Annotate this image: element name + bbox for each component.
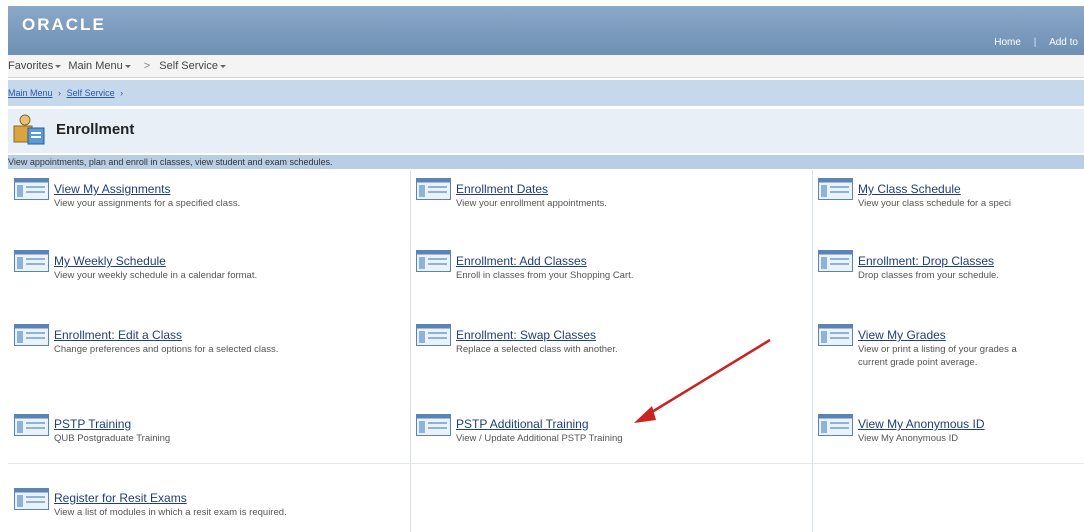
breadcrumb: Main Menu › Self Service ›: [8, 80, 1084, 106]
page-icon: [14, 250, 49, 272]
page-icon: [416, 324, 451, 346]
enrollment-grid: View My Assignments View your assignment…: [8, 170, 1084, 532]
tile-view-my-assignments[interactable]: View My Assignments View your assignment…: [8, 170, 410, 240]
tile-description: QUB Postgraduate Training: [54, 433, 171, 444]
tile-title[interactable]: My Class Schedule: [858, 182, 961, 196]
tile-description: View a list of modules in which a resit …: [54, 507, 287, 518]
tile-description: View My Anonymous ID: [858, 433, 959, 444]
page-icon: [416, 414, 451, 436]
tile-description: Change preferences and options for a sel…: [54, 344, 279, 355]
menu-self-service-label: Self Service: [159, 60, 218, 72]
page-icon: [14, 324, 49, 346]
page-icon: [818, 250, 853, 272]
tile-title[interactable]: View My Grades: [858, 328, 946, 342]
arrow-head: [634, 406, 656, 423]
tile-description: View or print a listing of your grades a: [858, 344, 1017, 355]
tile-description: View your class schedule for a speci: [858, 198, 1011, 209]
tile-description: View your weekly schedule in a calendar …: [54, 270, 258, 281]
tile-title[interactable]: View My Anonymous ID: [858, 417, 985, 431]
tile-description: View your assignments for a specified cl…: [54, 198, 241, 209]
page-icon: [14, 178, 49, 200]
add-to-link[interactable]: Add to: [1049, 37, 1078, 48]
tile-title[interactable]: Enrollment: Swap Classes: [456, 328, 596, 342]
tile-title[interactable]: PSTP Additional Training: [456, 417, 589, 431]
menu-bar: Favorites Main Menu > Self Service: [8, 55, 1084, 78]
page-header: Enrollment: [8, 109, 1084, 153]
tile-title[interactable]: Enrollment Dates: [456, 182, 548, 196]
tile-my-weekly-schedule[interactable]: My Weekly Schedule View your weekly sche…: [8, 242, 410, 312]
enrollment-icon: [13, 114, 45, 145]
header-link-separator: |: [1033, 37, 1037, 48]
breadcrumb-separator: ›: [120, 88, 124, 98]
menu-main-menu[interactable]: Main Menu: [68, 55, 131, 77]
tile-enrollment-drop-classes[interactable]: Enrollment: Drop Classes Drop classes fr…: [812, 242, 1084, 312]
breadcrumb-self-service[interactable]: Self Service: [67, 88, 115, 98]
tile-description: View / Update Additional PSTP Training: [456, 433, 623, 444]
tile-pstp-training[interactable]: PSTP Training QUB Postgraduate Training: [8, 390, 410, 462]
tile-description: View your enrollment appointments.: [456, 198, 607, 209]
chevron-down-icon: [220, 64, 226, 68]
page-icon: [416, 178, 451, 200]
tile-enrollment-dates[interactable]: Enrollment Dates View your enrollment ap…: [410, 170, 812, 240]
page-icon: [818, 414, 853, 436]
page-description: View appointments, plan and enroll in cl…: [8, 155, 1084, 169]
tile-my-class-schedule[interactable]: My Class Schedule View your class schedu…: [812, 170, 1084, 240]
tile-title[interactable]: Register for Resit Exams: [54, 491, 187, 505]
tile-title[interactable]: View My Assignments: [54, 182, 171, 196]
menu-favorites[interactable]: Favorites: [8, 55, 62, 77]
page-icon: [818, 324, 853, 346]
tile-title[interactable]: PSTP Training: [54, 417, 131, 431]
oracle-logo: ORACLE: [22, 15, 106, 34]
breadcrumb-separator: ›: [58, 88, 62, 98]
breadcrumb-main-menu[interactable]: Main Menu: [8, 88, 53, 98]
tile-view-my-grades[interactable]: View My Grades View or print a listing o…: [812, 316, 1084, 388]
tile-enrollment-add-classes[interactable]: Enrollment: Add Classes Enroll in classe…: [410, 242, 812, 312]
page-icon: [14, 414, 49, 436]
arrow-shaft: [641, 338, 771, 420]
page-icon: [416, 250, 451, 272]
tile-title[interactable]: My Weekly Schedule: [54, 254, 166, 268]
tile-title[interactable]: Enrollment: Drop Classes: [858, 254, 994, 268]
tile-view-my-anonymous-id[interactable]: View My Anonymous ID View My Anonymous I…: [812, 390, 1084, 462]
tile-description: Enroll in classes from your Shopping Car…: [456, 270, 634, 281]
oracle-header: ORACLE Home | Add to: [8, 6, 1084, 55]
menu-separator: >: [143, 60, 151, 72]
annotation-arrow-icon: [634, 338, 771, 423]
tile-title[interactable]: Enrollment: Add Classes: [456, 254, 587, 268]
page-icon: [14, 488, 49, 510]
menu-main-menu-label: Main Menu: [68, 60, 123, 72]
page-icon: [818, 178, 853, 200]
header-links: Home | Add to: [994, 37, 1078, 48]
tile-description-line2: current grade point average.: [858, 357, 978, 368]
page-title: Enrollment: [56, 121, 135, 138]
tile-register-for-resit-exams[interactable]: Register for Resit Exams View a list of …: [8, 464, 410, 532]
tile-description: Drop classes from your schedule.: [858, 270, 999, 281]
tile-enrollment-edit-a-class[interactable]: Enrollment: Edit a Class Change preferen…: [8, 316, 410, 388]
chevron-down-icon: [55, 64, 62, 68]
tile-title[interactable]: Enrollment: Edit a Class: [54, 328, 182, 342]
chevron-down-icon: [124, 64, 131, 68]
tile-description: Replace a selected class with another.: [456, 344, 618, 355]
home-link[interactable]: Home: [994, 37, 1021, 48]
menu-self-service[interactable]: Self Service: [159, 55, 226, 77]
menu-favorites-label: Favorites: [8, 60, 54, 72]
